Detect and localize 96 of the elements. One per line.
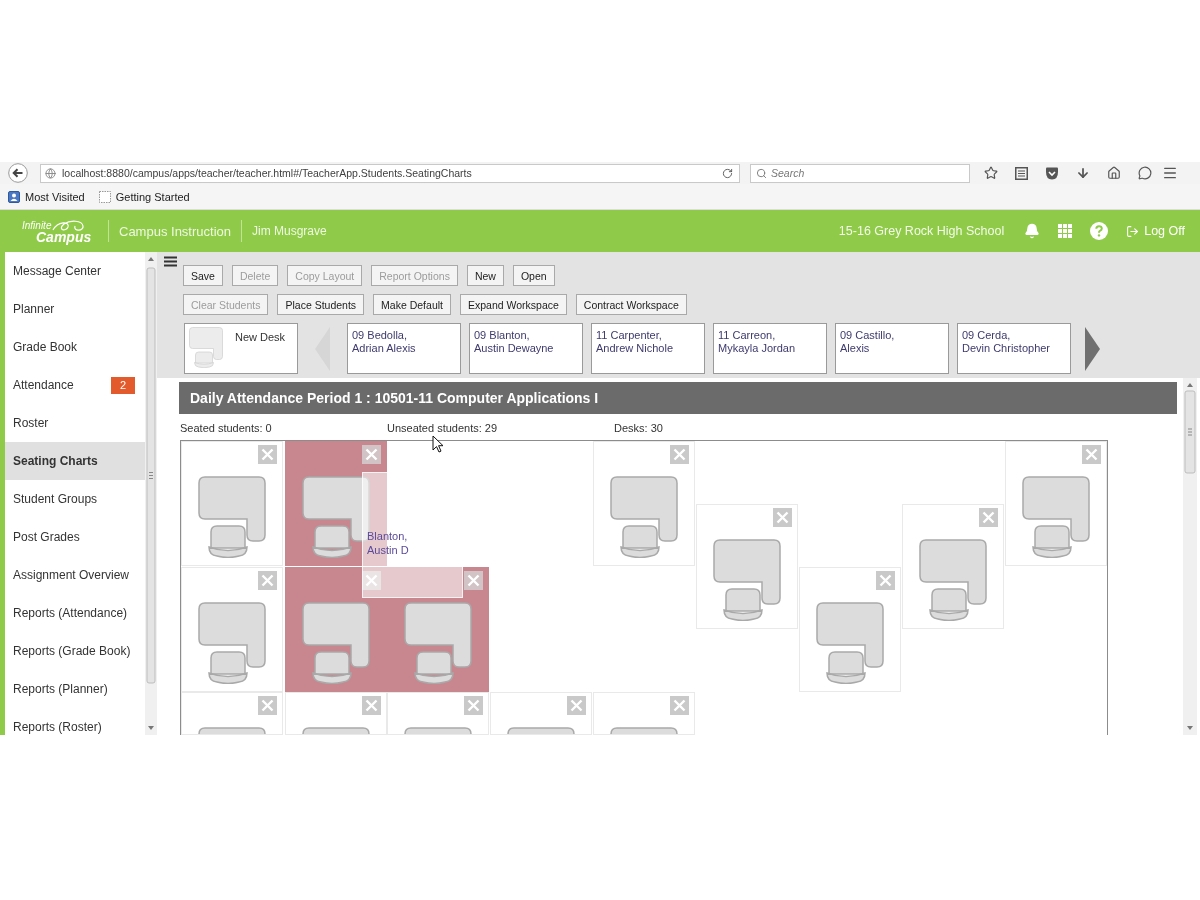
right-arrow-icon[interactable]	[1085, 326, 1100, 371]
menu-icon[interactable]	[163, 256, 177, 267]
help-icon[interactable]	[1090, 222, 1109, 240]
desk-icon	[610, 727, 678, 734]
desk-icon	[610, 476, 678, 558]
student-card[interactable]: 09 Cerda, Devin Christopher	[957, 323, 1071, 374]
close-icon[interactable]	[258, 571, 277, 590]
address-bar[interactable]: localhost:8880/campus/apps/teacher/teacher.html#/TeacherApp.Students.SeatingCharts	[40, 163, 740, 183]
home-icon[interactable]	[1107, 166, 1121, 180]
scrollbar[interactable]	[1183, 378, 1197, 735]
logo-text: Infinite	[22, 220, 52, 231]
reload-icon[interactable]	[722, 167, 733, 179]
bookmark-item[interactable]: Most Visited	[8, 190, 85, 203]
sidebar-item[interactable]: Reports (Grade Book)	[5, 632, 145, 670]
close-icon[interactable]	[362, 571, 381, 590]
logo-text: Campus	[36, 229, 92, 244]
school-name: 15-16 Grey Rock High School	[838, 224, 1005, 238]
desk-icon	[404, 602, 472, 684]
student-card[interactable]: 09 Blanton, Austin Dewayne	[469, 323, 583, 374]
desk-icon	[404, 727, 472, 734]
stat-text: Seated students: 0	[180, 422, 272, 434]
toolbar-button[interactable]: Contract Workspace	[575, 294, 687, 315]
down-arrow-icon[interactable]	[1076, 166, 1090, 180]
bookmark-item[interactable]: Getting Started	[98, 190, 190, 203]
logout-icon	[1126, 224, 1140, 238]
close-icon[interactable]	[258, 445, 277, 464]
toolbar-button[interactable]: Make Default	[373, 294, 451, 315]
swoosh-icon	[51, 218, 86, 233]
desk-icon	[1022, 476, 1090, 558]
search-field[interactable]: Search	[750, 163, 970, 183]
bookmark-icon	[8, 190, 20, 203]
desk-icon	[713, 539, 781, 621]
close-icon[interactable]	[362, 445, 381, 464]
student-card[interactable]: 11 Carpenter, Andrew Nichole	[591, 323, 705, 374]
desk-icon	[919, 539, 987, 621]
sidebar-item[interactable]: Message Center	[5, 252, 145, 290]
app-title: Campus Instruction	[119, 223, 231, 239]
stat-text: Unseated students: 29	[387, 422, 498, 434]
close-icon[interactable]	[670, 696, 689, 715]
desk-tile[interactable]	[387, 567, 489, 692]
toolbar-button[interactable]: Expand Workspace	[460, 294, 567, 315]
toolbar-button[interactable]: Save	[183, 265, 223, 286]
toolbar-button[interactable]: Place Students	[277, 294, 365, 315]
sidebar-item[interactable]: Planner	[5, 290, 145, 328]
bell-icon[interactable]	[1024, 223, 1041, 239]
close-icon[interactable]	[464, 696, 483, 715]
desk-icon	[302, 727, 370, 734]
back-icon[interactable]	[8, 163, 28, 183]
desk-icon	[189, 327, 223, 368]
student-card[interactable]: 09 Bedolla, Adrian Alexis	[347, 323, 461, 374]
sidebar-item[interactable]: Seating Charts	[5, 442, 145, 480]
sidebar-item[interactable]: Roster	[5, 404, 145, 442]
desk-icon	[816, 602, 884, 684]
sidebar-item[interactable]: Reports (Roster)	[5, 708, 145, 735]
toolbar-button[interactable]: Open	[512, 265, 555, 286]
student-card[interactable]: 09 Castillo, Alexis	[835, 323, 949, 374]
user-name: Jim Musgrave	[252, 224, 327, 238]
sidebar-item[interactable]: Grade Book	[5, 328, 145, 366]
close-icon[interactable]	[464, 571, 483, 590]
grid-icon[interactable]	[1058, 224, 1073, 238]
list-icon[interactable]	[1015, 166, 1028, 180]
search-icon	[756, 167, 767, 179]
close-icon[interactable]	[670, 445, 689, 464]
close-icon[interactable]	[567, 696, 586, 715]
sidebar-item[interactable]: Student Groups	[5, 480, 145, 518]
toolbar-button[interactable]: New	[466, 265, 504, 286]
desk-icon	[198, 476, 266, 558]
sidebar-item[interactable]: Post Grades	[5, 518, 145, 556]
desk-icon	[302, 602, 370, 684]
sidebar-item[interactable]: Reports (Planner)	[5, 670, 145, 708]
scrollbar[interactable]	[145, 252, 157, 735]
sidebar-item[interactable]: Assignment Overview	[5, 556, 145, 594]
close-icon[interactable]	[258, 696, 277, 715]
desk-tile[interactable]	[285, 567, 387, 692]
count-badge: 2	[111, 376, 135, 394]
stat-text: Desks: 30	[614, 422, 663, 434]
shield-icon[interactable]	[1045, 166, 1059, 180]
desk-icon	[198, 727, 266, 734]
desk-icon	[507, 727, 575, 734]
close-icon[interactable]	[1082, 445, 1101, 464]
dragged-student-card[interactable]: Blanton, Austin D	[362, 472, 463, 598]
globe-icon	[45, 167, 56, 179]
student-card[interactable]: 11 Carreon, Mykayla Jordan	[713, 323, 827, 374]
sidebar-item[interactable]: Reports (Attendance)	[5, 594, 145, 632]
chart-title: Daily Attendance Period 1 : 10501-11 Computer Applications I	[179, 382, 1177, 414]
close-icon[interactable]	[876, 571, 895, 590]
desk-icon	[198, 602, 266, 684]
star-icon[interactable]	[984, 166, 998, 180]
sidebar-item[interactable]: Attendance 2	[5, 366, 145, 404]
chat-bubble-icon[interactable]	[1138, 166, 1152, 180]
new-desk-card[interactable]: New Desk	[184, 323, 298, 374]
close-icon[interactable]	[979, 508, 998, 527]
page-icon	[98, 190, 111, 203]
close-icon[interactable]	[362, 696, 381, 715]
close-icon[interactable]	[773, 508, 792, 527]
menu-icon[interactable]	[1162, 165, 1178, 181]
